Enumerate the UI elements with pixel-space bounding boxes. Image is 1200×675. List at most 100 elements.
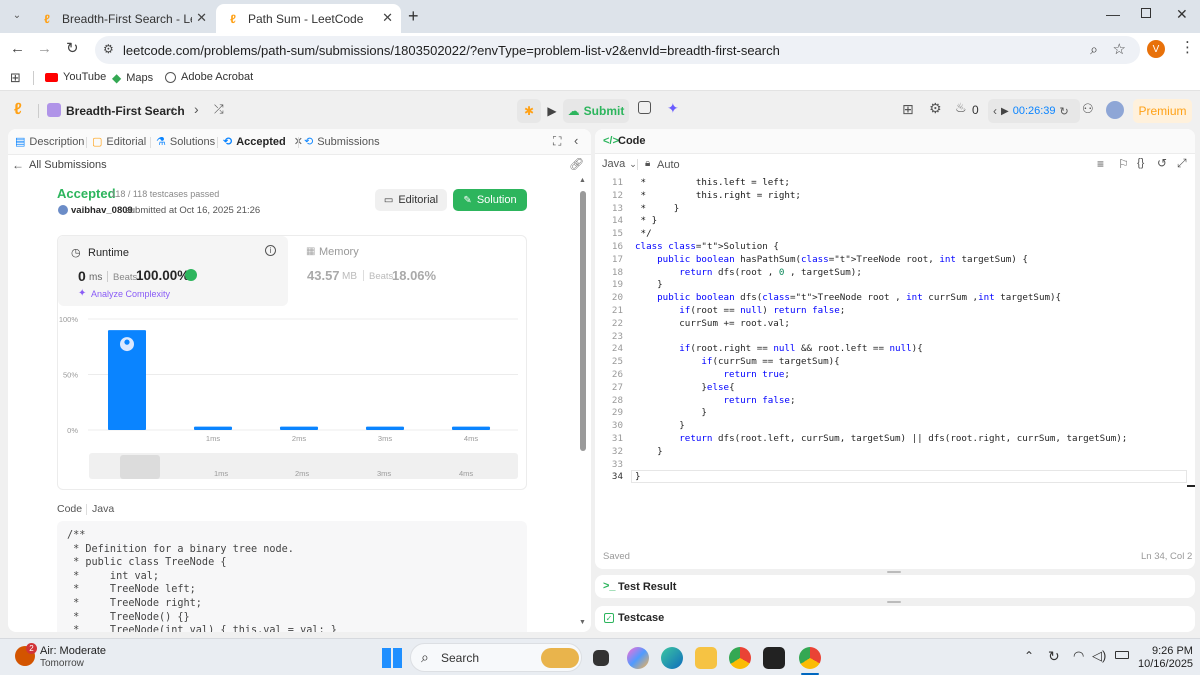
chart-bar[interactable] xyxy=(366,426,404,430)
info-icon[interactable]: i xyxy=(265,245,276,256)
code-line[interactable]: 12 * this.right = right; xyxy=(595,190,1195,203)
timer-play-icon[interactable]: ▶ xyxy=(1001,106,1009,117)
browser-menu-icon[interactable]: ⋮ xyxy=(1180,38,1195,56)
tab-search-icon[interactable]: ⌄ xyxy=(10,8,24,22)
code-line[interactable]: 24 if(root.right == null && root.left ==… xyxy=(595,343,1195,356)
file-explorer-icon[interactable] xyxy=(695,647,717,669)
all-submissions-link[interactable]: All Submissions xyxy=(29,159,107,171)
taskbar-search-box[interactable]: ⌕ Search xyxy=(410,643,582,672)
code-line[interactable]: 16 class class="t">Solution { xyxy=(595,241,1195,254)
chart-bar[interactable] xyxy=(194,426,232,430)
code-line[interactable]: 26 return true; xyxy=(595,369,1195,382)
scrubber-handle[interactable] xyxy=(120,455,160,479)
code-line[interactable]: 28 return false; xyxy=(595,395,1195,408)
next-problem-icon[interactable]: › xyxy=(194,101,199,117)
code-line[interactable]: 32 } xyxy=(595,446,1195,459)
resize-handle[interactable] xyxy=(887,571,901,573)
resize-handle[interactable] xyxy=(887,601,901,603)
fullscreen-icon[interactable]: ⛶ xyxy=(553,134,561,149)
reset-code-icon[interactable]: ↺ xyxy=(1157,156,1167,170)
code-line[interactable]: 23 xyxy=(595,331,1195,344)
chrome-profile-icon[interactable] xyxy=(799,647,821,669)
settings-gear-icon[interactable]: ⚙ xyxy=(929,100,942,117)
add-friend-icon[interactable]: ⚇ xyxy=(1082,101,1094,117)
code-line[interactable]: 18 return dfs(root , 0 , targetSum); xyxy=(595,267,1195,280)
shuffle-icon[interactable]: ⤮ xyxy=(214,102,224,117)
tab-close-icon[interactable]: ✕ xyxy=(196,10,207,26)
code-line[interactable]: 13 * } xyxy=(595,203,1195,216)
editorial-button[interactable]: ▭ Editorial xyxy=(375,189,447,211)
restore-icon[interactable] xyxy=(1141,8,1151,18)
tab-accepted[interactable]: ⟲Accepted✕ xyxy=(223,135,303,149)
tab-editorial[interactable]: ▢ Editorial xyxy=(92,135,146,149)
code-line[interactable]: 27 }else{ xyxy=(595,382,1195,395)
prev-problem-icon[interactable]: ‹ xyxy=(170,101,175,117)
timer-widget[interactable]: ‹ ▶ 00:26:39 ↻ xyxy=(988,99,1080,123)
zoom-icon[interactable]: ⌕ xyxy=(1090,41,1098,58)
code-line[interactable]: 15 */ xyxy=(595,228,1195,241)
code-line[interactable]: 25 if(currSum == targetSum){ xyxy=(595,356,1195,369)
analyze-complexity-link[interactable]: Analyze Complexity xyxy=(91,289,170,299)
chrome-icon[interactable] xyxy=(729,647,751,669)
braces-icon[interactable]: {} xyxy=(1137,157,1144,169)
site-settings-icon[interactable]: ⚙ xyxy=(103,42,114,56)
bookmark-star-icon[interactable]: ☆ xyxy=(1113,40,1126,58)
run-icon[interactable]: ▶ xyxy=(543,99,561,123)
profile-avatar[interactable]: V xyxy=(1147,40,1165,58)
wifi-icon[interactable]: ◠ xyxy=(1073,648,1084,664)
code-line[interactable]: 17 public boolean hasPathSum(class="t">T… xyxy=(595,254,1195,267)
autocomplete-mode[interactable]: Auto xyxy=(657,159,680,171)
minimize-icon[interactable]: — xyxy=(1106,6,1120,22)
tab-close-icon[interactable]: ✕ xyxy=(382,10,393,26)
clock-date[interactable]: 10/16/2025 xyxy=(1138,658,1193,670)
volume-icon[interactable]: ◁) xyxy=(1092,648,1106,664)
clock-time[interactable]: 9:26 PM xyxy=(1152,645,1193,657)
streak-flame-icon[interactable]: ♨ xyxy=(955,100,967,116)
tab-breadth-first-search[interactable]: ℓ Breadth-First Search - LeetCode ✕ xyxy=(30,4,215,33)
sync-icon[interactable]: ↻ xyxy=(1048,648,1060,665)
apps-grid-icon[interactable]: ⊞ xyxy=(10,70,21,86)
reload-icon[interactable]: ↻ xyxy=(66,39,79,57)
tab-solutions[interactable]: ⚗ Solutions xyxy=(156,135,215,149)
code-line[interactable]: 21 if(root == null) return false; xyxy=(595,305,1195,318)
submitted-code-block[interactable]: /** * Definition for a binary tree node.… xyxy=(57,521,527,632)
close-window-icon[interactable]: ✕ xyxy=(1176,6,1188,23)
code-line[interactable]: 30 } xyxy=(595,420,1195,433)
tab-path-sum[interactable]: ℓ Path Sum - LeetCode ✕ xyxy=(216,4,401,33)
app-icon[interactable] xyxy=(763,647,785,669)
leetcode-logo-icon[interactable]: ℓ xyxy=(14,101,22,119)
timer-collapse-icon[interactable]: ‹ xyxy=(993,104,997,118)
notes-icon[interactable] xyxy=(638,101,651,114)
code-editor[interactable]: 11 * this.left = left; 12 * this.right = … xyxy=(595,177,1195,499)
bookmark-youtube[interactable]: YouTube xyxy=(45,71,106,83)
left-scrollbar-thumb[interactable] xyxy=(580,191,586,451)
tab-submissions[interactable]: ⟲ Submissions xyxy=(304,135,380,149)
premium-button[interactable]: Premium xyxy=(1133,99,1192,123)
code-line[interactable]: 29 } xyxy=(595,407,1195,420)
solution-button[interactable]: ✎ Solution xyxy=(453,189,527,211)
layout-icon[interactable]: ⊞ xyxy=(902,101,914,118)
format-icon[interactable]: ≡ xyxy=(1097,157,1104,171)
task-view-icon[interactable] xyxy=(593,650,609,666)
tab-description[interactable]: ▤ Description xyxy=(15,135,84,149)
chart-range-scrubber[interactable]: 1ms 2ms 3ms 4ms xyxy=(89,453,518,479)
problem-list-title[interactable]: Breadth-First Search xyxy=(66,104,185,118)
timer-reset-icon[interactable]: ↻ xyxy=(1060,105,1069,118)
chart-bar[interactable] xyxy=(452,426,490,430)
collapse-panel-icon[interactable]: ‹ xyxy=(574,133,578,148)
copilot-icon[interactable] xyxy=(627,647,649,669)
left-scroll-down-icon[interactable]: ▼ xyxy=(579,619,586,626)
bookmark-maps[interactable]: ◆ Maps xyxy=(112,71,153,85)
code-line[interactable]: 19 } xyxy=(595,279,1195,292)
battery-icon[interactable] xyxy=(1115,651,1129,659)
bookmark-icon[interactable]: ⚐ xyxy=(1118,157,1129,171)
share-link-icon[interactable]: 🔗︎ xyxy=(569,157,584,171)
expand-icon[interactable]: ⤢ xyxy=(1177,156,1187,171)
address-bar[interactable]: ⚙ leetcode.com/problems/path-sum/submiss… xyxy=(95,36,1140,64)
code-line[interactable]: 22 currSum += root.val; xyxy=(595,318,1195,331)
new-tab-icon[interactable]: + xyxy=(408,6,419,27)
edge-icon[interactable] xyxy=(661,647,683,669)
bookmark-adobe-acrobat[interactable]: Adobe Acrobat xyxy=(165,71,253,83)
chart-bar[interactable] xyxy=(280,426,318,430)
left-scroll-up-icon[interactable]: ▲ xyxy=(579,177,586,184)
